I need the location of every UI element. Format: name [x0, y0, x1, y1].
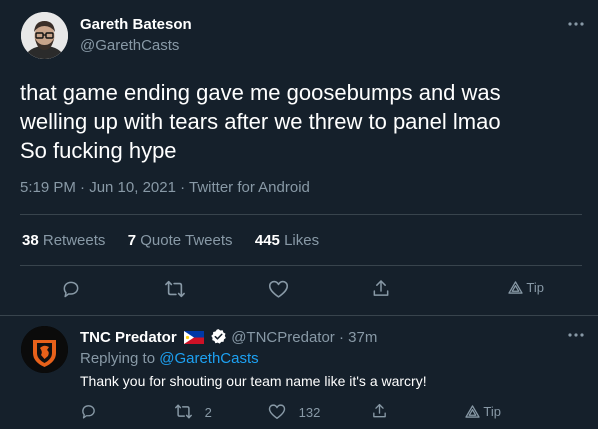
- reply-like-icon: [268, 403, 286, 420]
- reply-author-avatar[interactable]: [21, 326, 68, 373]
- tip-label: Tip: [526, 280, 544, 295]
- like-icon[interactable]: [268, 279, 289, 299]
- likes-count: 445: [254, 232, 280, 249]
- reply-retweet-button[interactable]: 2: [174, 403, 212, 420]
- reply-like-count: 132: [298, 405, 321, 420]
- reply-tip-button[interactable]: Tip: [465, 404, 501, 419]
- quotes-stat[interactable]: 7 Quote Tweets: [128, 232, 237, 249]
- author-handle[interactable]: @GarethCasts: [80, 37, 179, 54]
- tweet-stats: 38 Retweets 7 Quote Tweets 445 Likes: [22, 232, 319, 249]
- reply-like-button[interactable]: 132: [268, 403, 320, 420]
- reply-icon[interactable]: [61, 279, 81, 299]
- reply-more-options-icon[interactable]: [567, 332, 585, 338]
- tip-icon: [508, 281, 523, 294]
- verified-icon: [210, 328, 227, 349]
- author-name[interactable]: Gareth Bateson: [80, 16, 192, 33]
- divider: [0, 315, 598, 316]
- retweets-count: 38: [22, 232, 39, 249]
- replying-to-label: Replying to: [80, 350, 156, 367]
- more-options-icon[interactable]: [567, 21, 585, 31]
- tip-button[interactable]: Tip: [508, 280, 544, 295]
- flag-ph-icon: [183, 331, 204, 348]
- retweet-icon[interactable]: [164, 279, 186, 299]
- reply-tip-icon: [465, 405, 480, 418]
- tweet-text-line: So fucking hype: [20, 138, 177, 163]
- reply-time[interactable]: · 37m: [339, 329, 377, 346]
- quotes-count: 7: [127, 232, 137, 249]
- replying-to-handle[interactable]: @GarethCasts: [159, 350, 258, 367]
- reply-tip-label: Tip: [483, 404, 501, 419]
- divider: [20, 214, 582, 215]
- share-icon[interactable]: [371, 278, 391, 299]
- tweet-meta[interactable]: 5:19 PM · Jun 10, 2021 · Twitter for And…: [20, 179, 310, 196]
- likes-label: Likes: [284, 232, 320, 249]
- retweets-label: Retweets: [42, 232, 106, 249]
- divider: [20, 265, 582, 266]
- tweet-text-line: welling up with tears after we threw to …: [20, 109, 501, 134]
- reply-reply-icon[interactable]: [80, 403, 97, 420]
- retweets-stat[interactable]: 38 Retweets: [22, 232, 110, 249]
- reply-text: Thank you for shouting our team name lik…: [80, 373, 427, 389]
- quotes-label: Quote Tweets: [140, 232, 233, 249]
- replying-to: Replying to @GarethCasts: [80, 350, 259, 367]
- reply-header: TNC Predator @TNCPredator · 37m: [80, 328, 377, 349]
- reply-author-name[interactable]: TNC Predator: [80, 329, 177, 346]
- reply-share-icon[interactable]: [371, 402, 388, 420]
- likes-stat[interactable]: 445 Likes: [255, 232, 319, 249]
- author-avatar[interactable]: [21, 12, 68, 59]
- reply-retweet-count: 2: [204, 405, 212, 420]
- reply-retweet-icon: [174, 403, 193, 420]
- tweet-text-line: that game ending gave me goosebumps and …: [20, 80, 501, 105]
- reply-author-handle[interactable]: @TNCPredator: [231, 329, 335, 346]
- tweet-text: that game ending gave me goosebumps and …: [20, 78, 590, 165]
